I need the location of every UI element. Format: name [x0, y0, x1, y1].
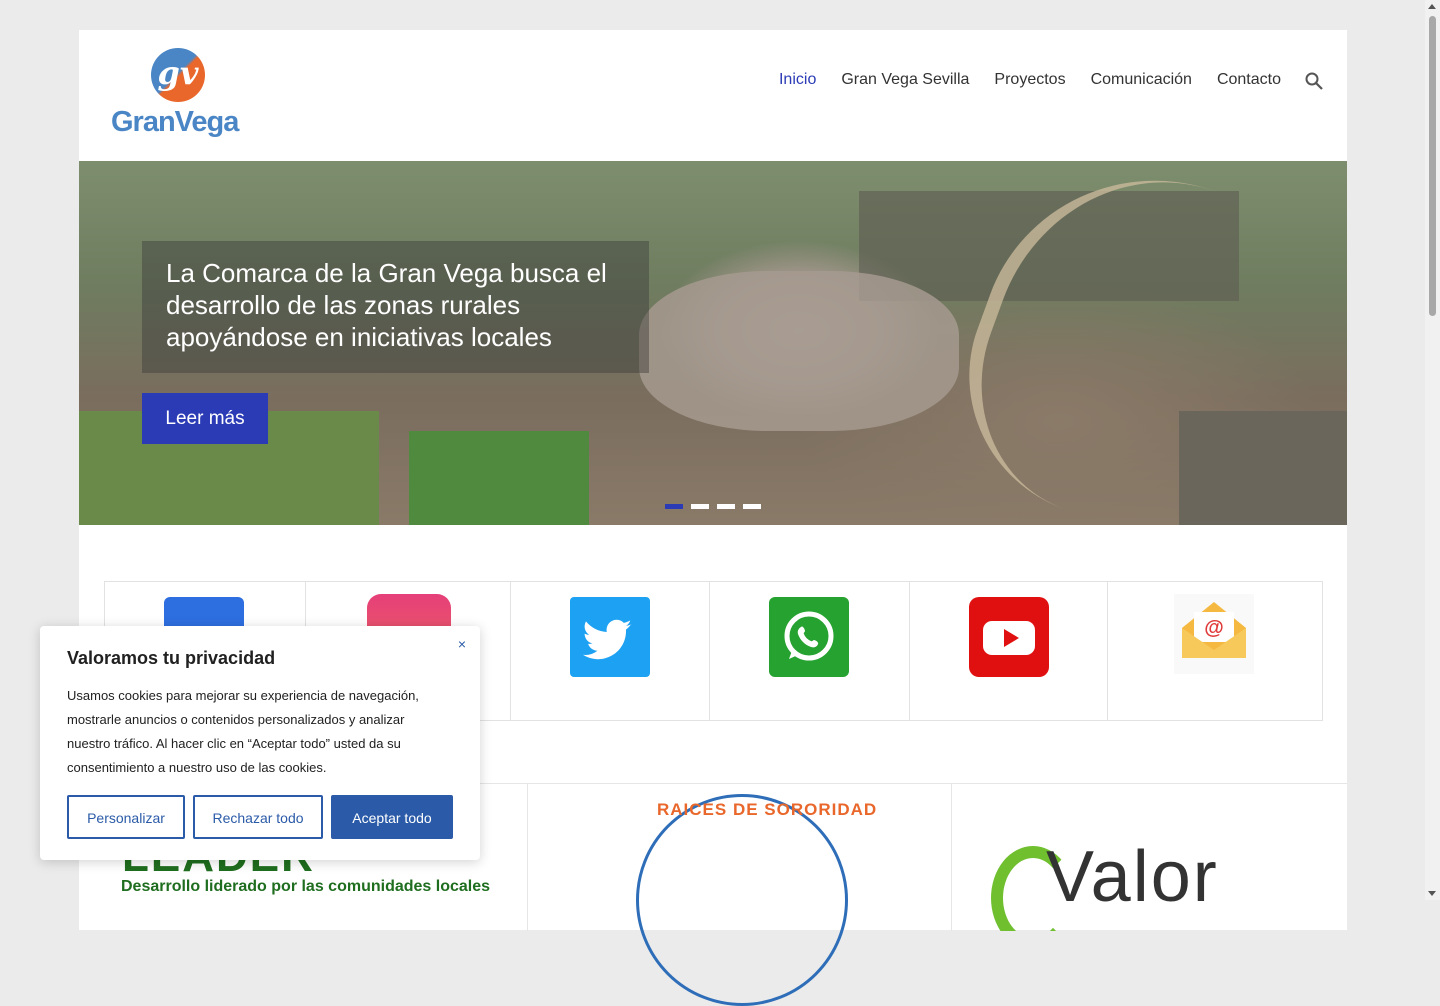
logo-mark-letter: gv [157, 54, 199, 92]
logo-text: GranVega [111, 106, 239, 138]
customize-button[interactable]: Personalizar [67, 795, 185, 839]
social-cell-youtube [910, 582, 1109, 720]
valor-title: Valor [1046, 837, 1219, 917]
slider-dot-3[interactable] [717, 504, 735, 509]
svg-text:@: @ [1205, 617, 1225, 639]
slider-dot-2[interactable] [691, 504, 709, 509]
twitter-icon[interactable] [570, 597, 651, 677]
reject-all-button[interactable]: Rechazar todo [193, 795, 323, 839]
hero-slider: La Comarca de la Gran Vega busca el desa… [79, 161, 1347, 525]
raices-logo-icon [636, 794, 848, 1006]
raices-title: RAICES DE SORORIDAD [657, 800, 878, 819]
social-cell-email: @ [1108, 582, 1322, 720]
whatsapp-icon[interactable] [769, 597, 849, 677]
main-nav: Inicio Gran Vega Sevilla Proyectos Comun… [779, 70, 1281, 90]
leader-subtitle: Desarrollo liderado por las comunidades … [121, 878, 491, 895]
nav-item-comunicacion[interactable]: Comunicación [1091, 70, 1192, 90]
hero-image-town [639, 271, 959, 431]
social-cell-twitter [511, 582, 710, 720]
slider-dot-1[interactable] [665, 504, 683, 509]
youtube-icon[interactable] [968, 597, 1049, 677]
nav-item-gran-vega-sevilla[interactable]: Gran Vega Sevilla [841, 70, 969, 90]
logo-mark-icon: gv [151, 48, 205, 102]
hero-caption: La Comarca de la Gran Vega busca el desa… [142, 241, 649, 373]
page-scrollbar[interactable] [1425, 0, 1440, 900]
whatsapp-phone-icon [784, 611, 834, 661]
close-icon[interactable]: × [458, 636, 466, 652]
scroll-thumb[interactable] [1429, 16, 1436, 316]
hero-caption-text: La Comarca de la Gran Vega busca el desa… [166, 258, 607, 352]
nav-item-contacto[interactable]: Contacto [1217, 70, 1281, 90]
hero-image-field [409, 431, 589, 525]
nav-item-inicio[interactable]: Inicio [779, 70, 816, 90]
slider-dots [665, 504, 761, 509]
slider-dot-4[interactable] [743, 504, 761, 509]
scroll-up-icon[interactable] [1428, 4, 1436, 9]
site-logo[interactable]: gv GranVega [111, 46, 243, 142]
email-icon[interactable]: @ [1174, 594, 1255, 674]
cookie-text: Usamos cookies para mejorar su experienc… [67, 688, 419, 775]
partner-raices[interactable]: RAICES DE SORORIDAD [527, 784, 952, 1006]
youtube-play-icon [982, 621, 1035, 655]
nav-item-proyectos[interactable]: Proyectos [994, 70, 1065, 90]
partner-valor[interactable]: Valor [951, 784, 1347, 931]
twitter-bird-icon [583, 619, 633, 660]
search-icon[interactable] [1305, 72, 1323, 90]
cookie-title: Valoramos tu privacidad [67, 648, 276, 668]
cookie-consent-dialog: × Valoramos tu privacidad Usamos cookies… [40, 626, 480, 860]
accept-all-button[interactable]: Aceptar todo [331, 795, 453, 839]
site-header: gv GranVega Inicio Gran Vega Sevilla Pro… [79, 30, 1347, 161]
read-more-button[interactable]: Leer más [142, 393, 268, 444]
email-envelope-icon: @ [1182, 602, 1247, 658]
scroll-down-icon[interactable] [1428, 891, 1436, 896]
social-cell-whatsapp [710, 582, 910, 720]
